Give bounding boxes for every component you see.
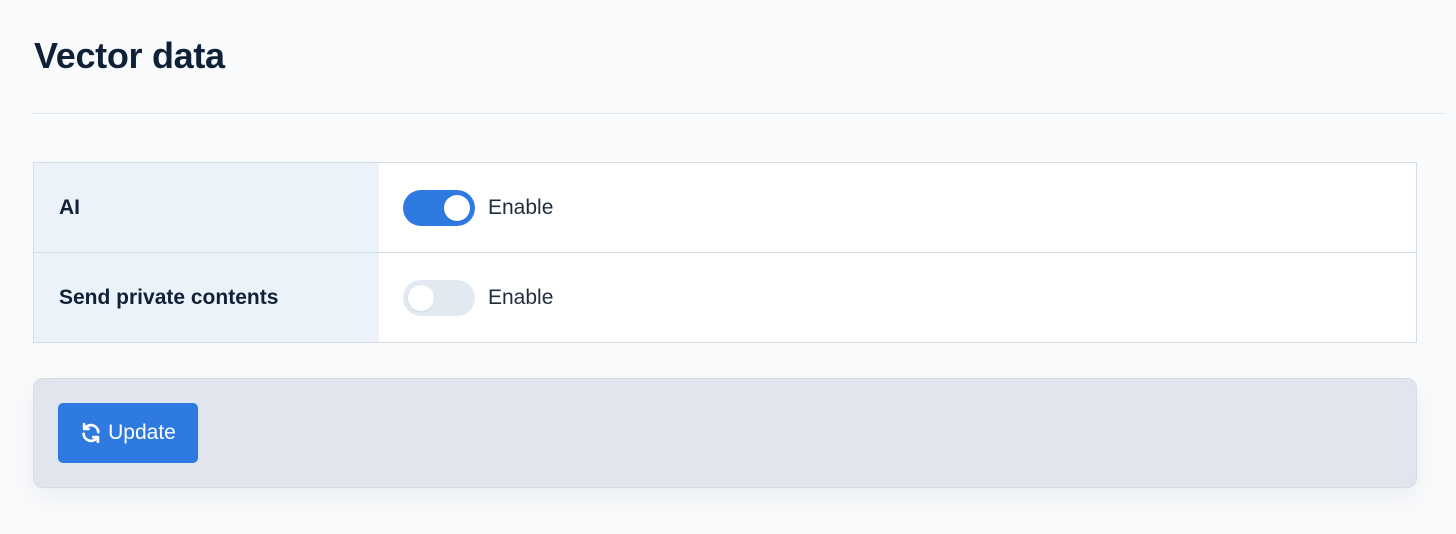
update-button-label: Update — [108, 421, 176, 444]
vector-data-page: Vector data AI Enable Send private conte… — [0, 0, 1456, 534]
toggle-knob — [444, 194, 470, 221]
toggle-knob — [408, 284, 434, 311]
ai-enable-toggle[interactable] — [403, 189, 475, 226]
setting-value-ai: Enable — [379, 163, 1416, 252]
update-button[interactable]: Update — [58, 403, 198, 463]
refresh-icon — [80, 422, 102, 444]
setting-row-send-private-contents: Send private contents Enable — [34, 252, 1416, 342]
setting-label-ai: AI — [34, 163, 379, 252]
send-private-contents-enable-label[interactable]: Enable — [488, 286, 553, 310]
ai-enable-label[interactable]: Enable — [488, 196, 553, 220]
title-divider — [33, 113, 1445, 114]
setting-value-send-private-contents: Enable — [379, 253, 1416, 342]
setting-row-ai: AI Enable — [34, 163, 1416, 252]
send-private-contents-toggle[interactable] — [403, 279, 475, 316]
setting-label-send-private-contents: Send private contents — [34, 253, 379, 342]
settings-table: AI Enable Send private contents Enable — [33, 162, 1417, 343]
page-title: Vector data — [34, 35, 225, 76]
form-actions-bar: Update — [33, 378, 1417, 488]
